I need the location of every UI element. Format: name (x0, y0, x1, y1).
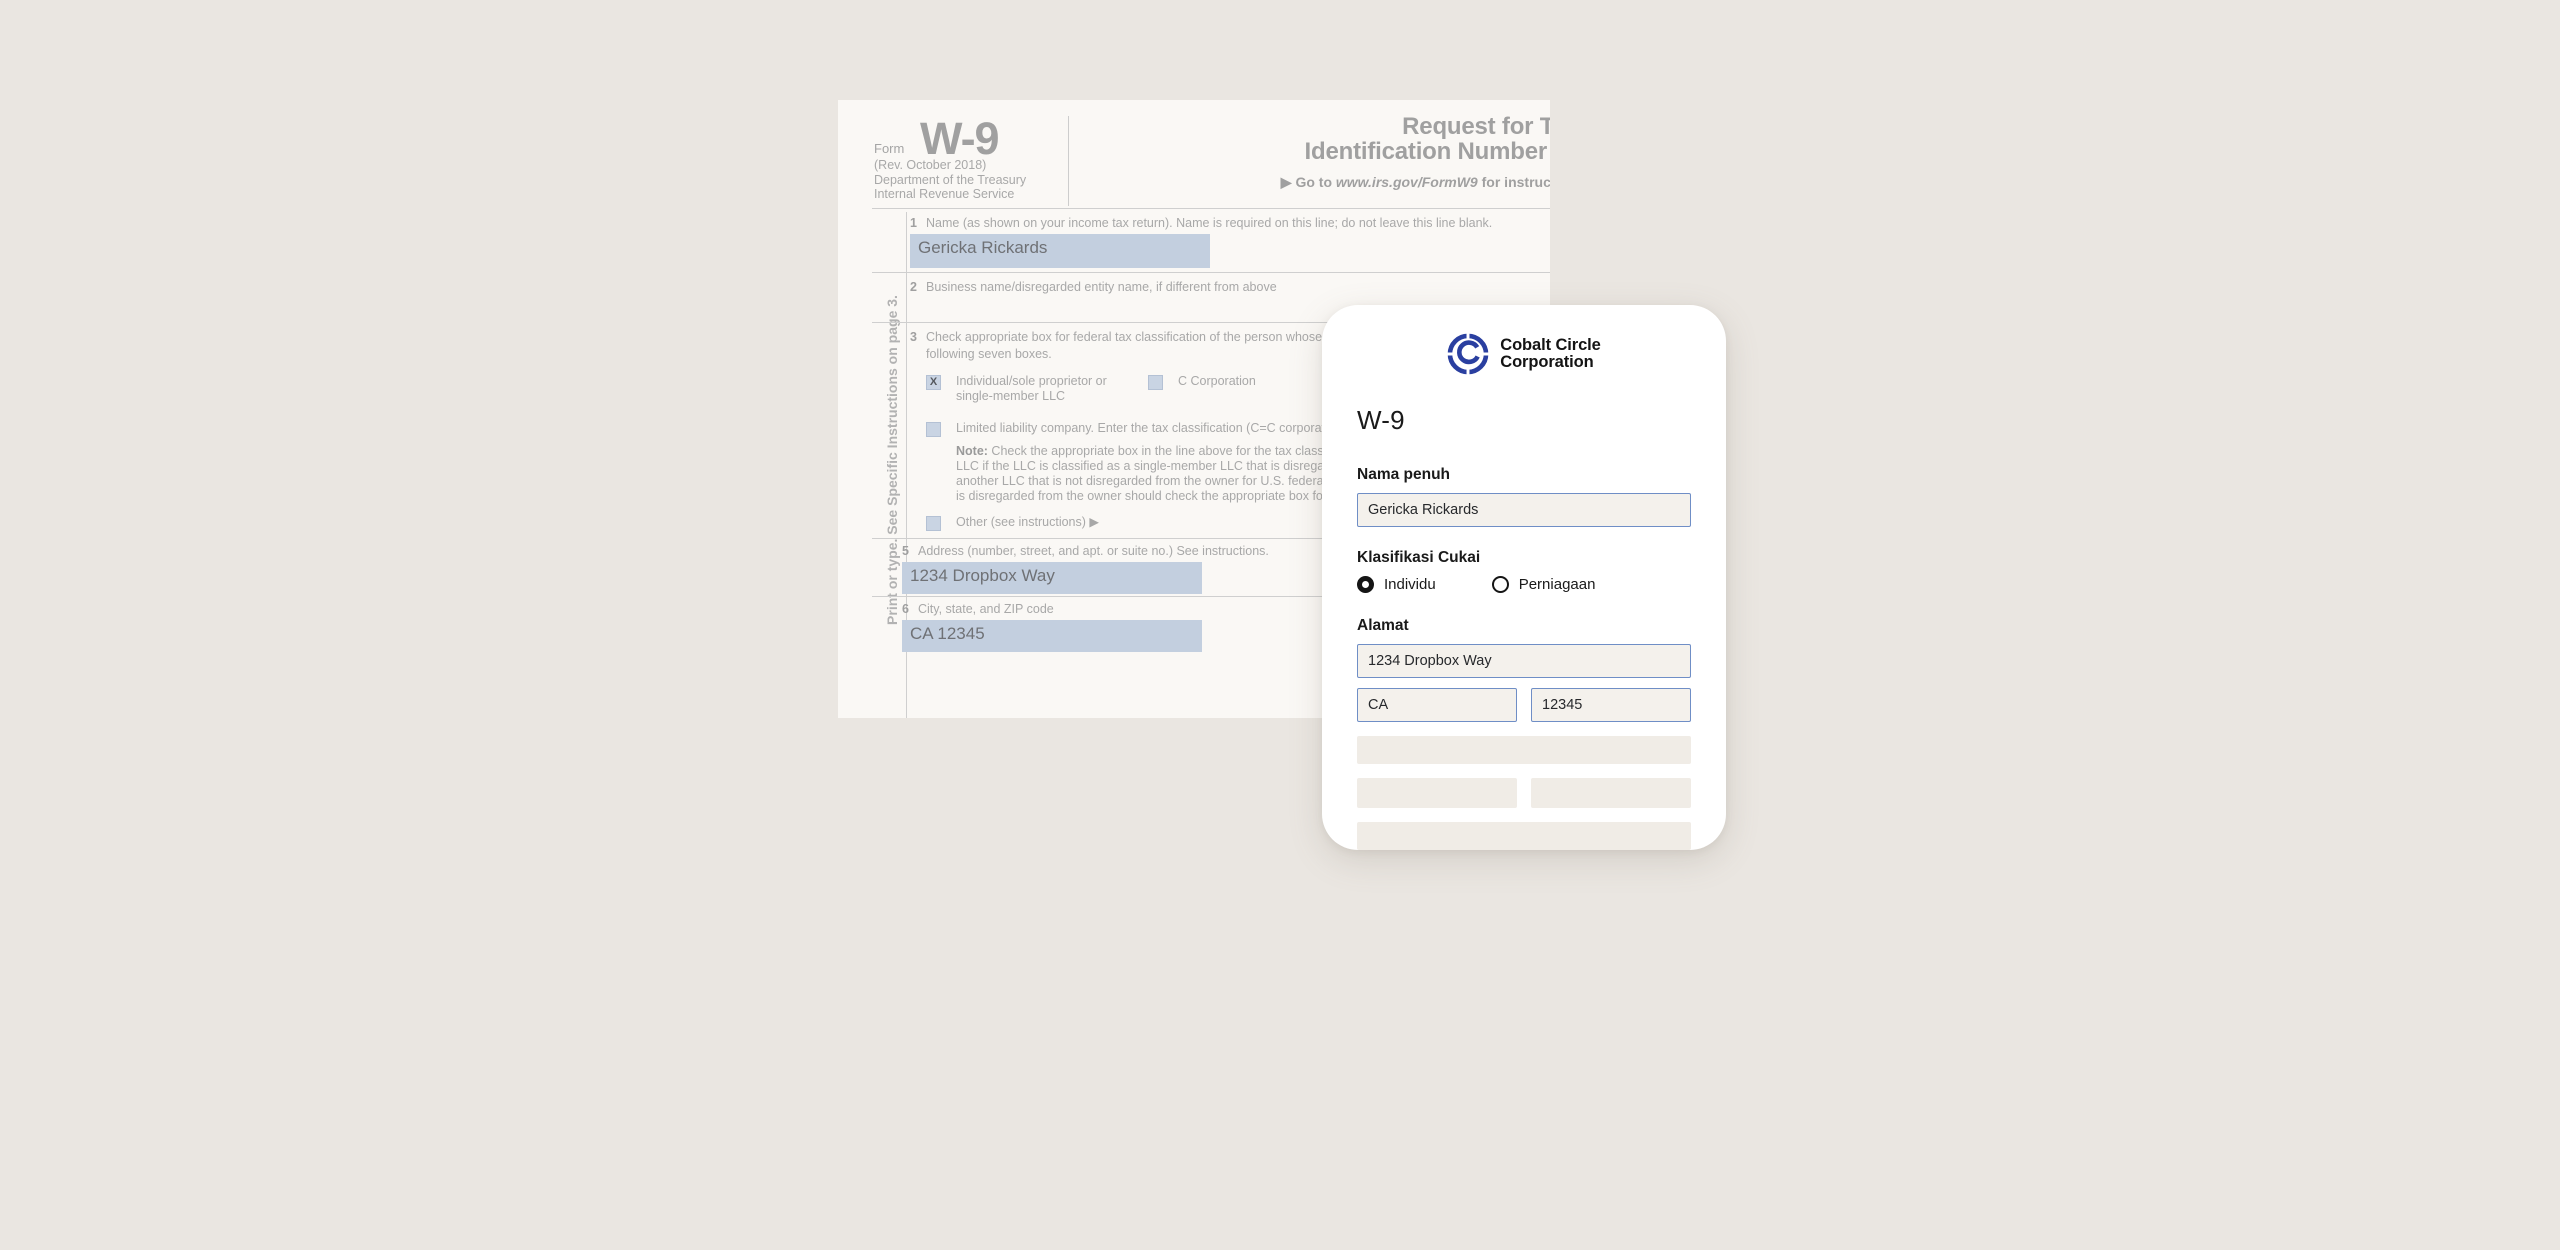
w9-header-right: Request for Taxpayer Identification Numb… (1082, 114, 1550, 191)
w9-line-6-value: CA 12345 (902, 620, 1202, 652)
address-street-input[interactable]: 1234 Dropbox Way (1357, 644, 1691, 678)
w9-checkbox-individual-label: Individual/sole proprietor or single-mem… (956, 374, 1107, 404)
brand-name-line-2: Corporation (1500, 353, 1594, 371)
w9-line-6-label: City, state, and ZIP code (918, 602, 1054, 616)
w9-line-2-number: 2 (910, 280, 917, 294)
w9-checkbox-individual[interactable]: X (926, 375, 941, 390)
w9-rule-top (872, 208, 1550, 209)
tax-classification-label: Klasifikasi Cukai (1357, 549, 1481, 566)
address-label: Alamat (1357, 617, 1409, 634)
radio-option-perniagaan-label: Perniagaan (1518, 576, 1596, 593)
skeleton-field-4 (1357, 822, 1691, 850)
radio-option-perniagaan[interactable]: Perniagaan (1491, 576, 1596, 593)
w9-checkbox-ccorp-label: C Corporation (1178, 374, 1256, 388)
cobalt-circle-logo-icon (1447, 333, 1490, 375)
skeleton-field-3 (1531, 778, 1691, 808)
skeleton-row (1357, 778, 1691, 808)
radio-option-individu[interactable]: Individu (1357, 576, 1436, 593)
w9-checkbox-individual-label-b: single-member LLC (956, 389, 1066, 403)
w9-header: Form W-9 (Rev. October 2018) Department … (872, 114, 1550, 206)
w9-line-1-value: Gericka Rickards (910, 234, 1210, 268)
skeleton-field-2 (1357, 778, 1517, 808)
w9-line-5-value: 1234 Dropbox Way (902, 562, 1202, 594)
w9-line-3-label-b: following seven boxes. (926, 347, 1052, 361)
card-page-title: W-9 (1357, 405, 1405, 435)
address-state-input[interactable]: CA (1357, 688, 1517, 722)
w9-header-left: Form W-9 (Rev. October 2018) Department … (872, 114, 1064, 206)
w9-form-label: Form (874, 141, 905, 156)
w9-header-divider (1068, 116, 1069, 206)
full-name-input[interactable]: Gericka Rickards (1357, 493, 1691, 527)
w9-line-6-number: 6 (902, 602, 909, 616)
w9-checkbox-other-label: Other (see instructions) ▶ (956, 515, 1099, 529)
brand-header: Cobalt Circle Corporation (1357, 333, 1691, 375)
w9-agency-block: (Rev. October 2018) Department of the Tr… (874, 158, 1026, 202)
w9-title-line-1: Request for Taxpayer (1402, 113, 1550, 140)
w9-goto-suffix: for instructions and the latest informat… (1481, 174, 1550, 190)
full-name-label: Nama penuh (1357, 466, 1451, 483)
w9-line-2-label: Business name/disregarded entity name, i… (926, 280, 1277, 294)
w9-goto-line: ▶ Go to www.irs.gov/FormW9 for instructi… (1082, 174, 1550, 191)
w9-side-rail-text: Print or type. See Specific Instructions… (884, 295, 900, 625)
address-state-zip-row: CA 12345 (1357, 688, 1691, 722)
radio-circle-icon (1357, 576, 1374, 593)
skeleton-field-1 (1357, 736, 1691, 764)
w9-title-line-2: Identification Number and Certification (1304, 138, 1550, 165)
w9-form-card: Cobalt Circle Corporation W-9 Nama penuh… (1322, 305, 1726, 850)
w9-goto-url: www.irs.gov/FormW9 (1335, 174, 1478, 190)
w9-agency-line-2: Internal Revenue Service (874, 187, 1015, 201)
w9-note-label: Note: (956, 444, 988, 458)
w9-checkbox-individual-label-a: Individual/sole proprietor or (956, 374, 1107, 388)
w9-rule-1 (872, 272, 1550, 273)
w9-revision: (Rev. October 2018) (874, 158, 987, 172)
w9-line-5-label: Address (number, street, and apt. or sui… (918, 544, 1269, 558)
w9-goto-prefix: ▶ Go to (1280, 174, 1336, 190)
w9-form-number: W-9 (920, 113, 1000, 164)
w9-line-1-number: 1 (910, 216, 917, 230)
w9-agency-line-1: Department of the Treasury (874, 172, 1027, 187)
w9-line-1-label: Name (as shown on your income tax return… (926, 216, 1493, 230)
radio-option-individu-label: Individu (1384, 576, 1436, 593)
address-zip-input[interactable]: 12345 (1531, 688, 1691, 722)
w9-checkbox-ccorp[interactable] (1148, 375, 1163, 390)
w9-line-3-number: 3 (910, 330, 917, 344)
w9-checkbox-other[interactable] (926, 516, 941, 531)
w9-line-5-number: 5 (902, 544, 909, 558)
brand-name: Cobalt Circle Corporation (1500, 335, 1601, 372)
tax-classification-radio-group: Individu Perniagaan (1357, 576, 1691, 593)
radio-circle-icon (1491, 576, 1509, 593)
brand-name-line-1: Cobalt Circle (1500, 335, 1601, 354)
w9-checkbox-llc[interactable] (926, 422, 941, 437)
